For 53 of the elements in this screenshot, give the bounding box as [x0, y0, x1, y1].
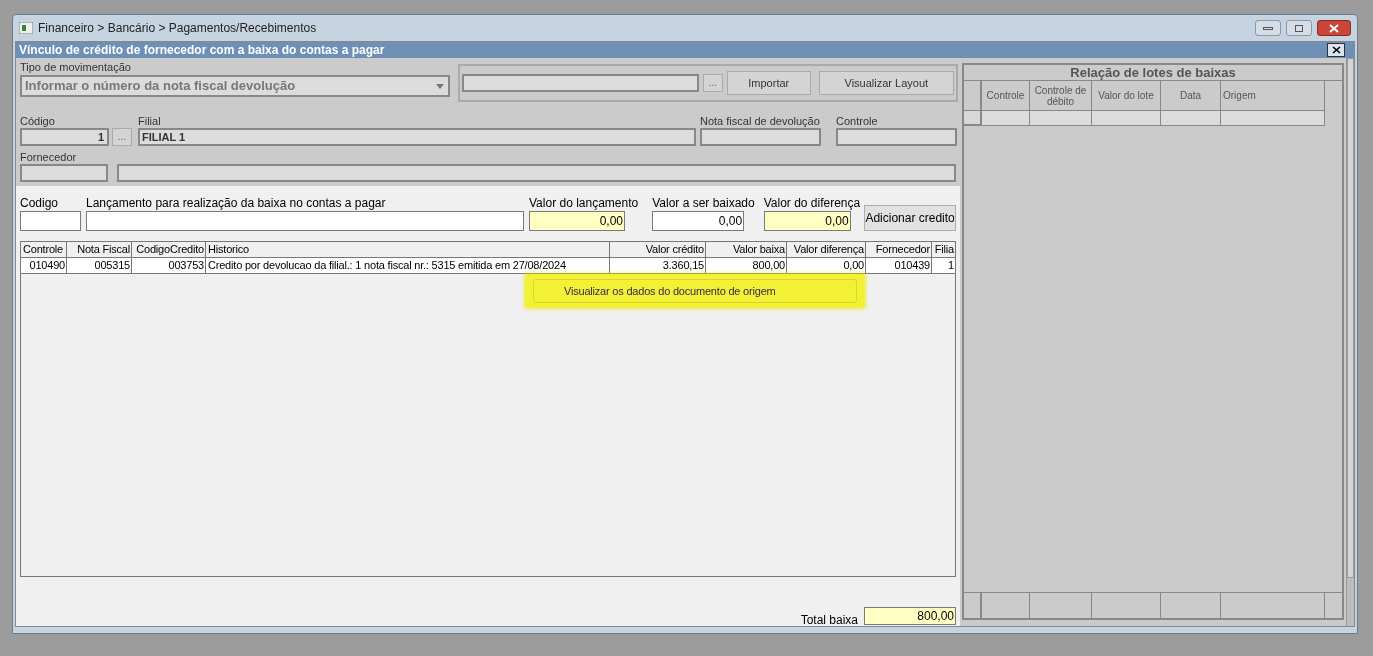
form-title: Vínculo de crédito de fornecedor com a baixa do contas a pagar [19, 42, 386, 59]
total-field: 800,00 [864, 607, 956, 625]
caret-icon [436, 83, 444, 89]
supplier-name-field[interactable] [117, 164, 956, 182]
field-label: Total baixa [800, 613, 858, 627]
input-field[interactable]: 0,00 [652, 211, 745, 231]
table-cell [1092, 111, 1161, 126]
panel-title: Relação de lotes de baixas [1070, 63, 1236, 82]
table-cell [1030, 111, 1092, 126]
app-icon [19, 22, 33, 34]
table-cell: 005315 [67, 258, 132, 274]
context-tooltip[interactable]: Visualizar os dados do documento de origem [525, 274, 865, 308]
table-cell [1161, 111, 1221, 126]
add-credit-button[interactable]: Adicionar credito [864, 205, 956, 231]
field-label: Fornecedor [20, 150, 78, 164]
table-cell: 003753 [132, 258, 206, 274]
field-label: Filial [138, 114, 162, 128]
minimize-button[interactable] [1255, 20, 1281, 36]
window-title: Financeiro > Bancário > Pagamentos/Recebimentos [38, 20, 317, 37]
input-field[interactable] [20, 211, 81, 231]
close-icon [1331, 46, 1341, 54]
close-button[interactable] [1327, 43, 1345, 57]
toolbar-button[interactable]: Visualizar Layout [818, 71, 954, 95]
field-label: Tipo de movimentação [20, 60, 132, 74]
field-label: Codigo [20, 196, 60, 210]
field-label: Nota fiscal de devolução [700, 114, 821, 128]
field-label: Valor a ser baixado [652, 196, 755, 210]
browse-button[interactable]: ... [703, 74, 723, 92]
return-invoice-field[interactable] [700, 128, 821, 146]
branch-field[interactable]: FILIAL 1 [138, 128, 696, 146]
input-field[interactable]: 0,00 [529, 211, 625, 231]
browse-button[interactable]: ... [112, 128, 132, 146]
row-header-cell[interactable] [964, 111, 982, 126]
table-cell: 010490 [21, 258, 67, 274]
field-label: Lançamento para realização da baixa no contas a pagar [86, 196, 387, 210]
table-cell: 1 [932, 258, 955, 274]
close-button[interactable] [1317, 20, 1351, 36]
field-label: Valor do diferença [763, 196, 861, 210]
close-icon [1329, 23, 1339, 33]
toolbar-button[interactable]: Importar [726, 71, 811, 95]
table-cell [982, 111, 1030, 126]
restore-button[interactable] [1286, 20, 1312, 36]
scrollbar[interactable] [1346, 58, 1354, 626]
code-field[interactable]: 1 [20, 128, 109, 146]
file-path-field[interactable] [462, 74, 699, 92]
input-field[interactable]: 0,00 [763, 211, 851, 231]
table-cell: 010439 [866, 258, 932, 274]
field-label: Controle [836, 114, 879, 128]
supplier-code-field[interactable] [20, 164, 108, 182]
control-field[interactable] [836, 128, 957, 146]
field-label: Valor do lançamento [529, 196, 639, 210]
input-field[interactable] [86, 211, 524, 231]
field-label: Código [20, 114, 56, 128]
